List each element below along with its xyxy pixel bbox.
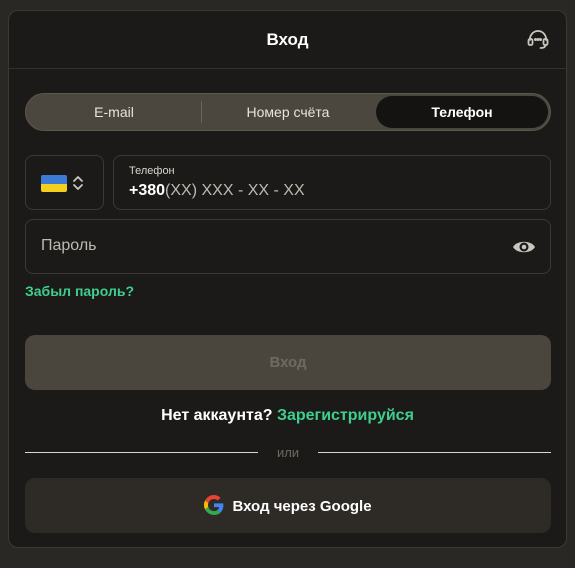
register-prompt: Нет аккаунта? Зарегистрируйся [9,407,566,425]
or-divider: или [25,445,551,466]
google-icon [204,495,224,515]
tab-email[interactable]: E-mail [28,96,200,128]
login-method-tabs: E-mail Номер счёта Телефон [25,93,551,131]
password-field[interactable]: Пароль [25,219,551,274]
register-question: Нет аккаунта? [161,407,273,424]
phone-input[interactable]: +380(XX) XXX - XX - XX [129,182,305,200]
headset-icon[interactable] [526,27,550,51]
tab-phone[interactable]: Телефон [376,96,548,128]
phone-field[interactable]: Телефон +380(XX) XXX - XX - XX [113,155,551,210]
google-button-label: Вход через Google [232,498,372,515]
or-divider-text: или [276,445,300,460]
phone-mask: (XX) XXX - XX - XX [165,182,305,199]
modal-title: Вход [266,30,309,49]
modal-header: Вход [9,11,566,69]
forgot-password-link[interactable]: Забыл пароль? [25,283,134,299]
tab-account-number[interactable]: Номер счёта [202,96,374,128]
login-modal: Вход E-mail Номер счёта Телефон Телефон … [8,10,567,548]
google-login-button[interactable]: Вход через Google [25,478,551,533]
register-link[interactable]: Зарегистрируйся [277,407,414,424]
phone-country-code: +380 [129,182,166,199]
password-input[interactable]: Пароль [41,237,97,255]
login-button[interactable]: Вход [25,335,551,390]
chevron-updown-icon [73,176,83,190]
eye-icon[interactable] [512,238,536,256]
country-selector[interactable] [25,155,104,210]
ukraine-flag-icon [41,175,67,192]
phone-field-label: Телефон [129,165,175,177]
